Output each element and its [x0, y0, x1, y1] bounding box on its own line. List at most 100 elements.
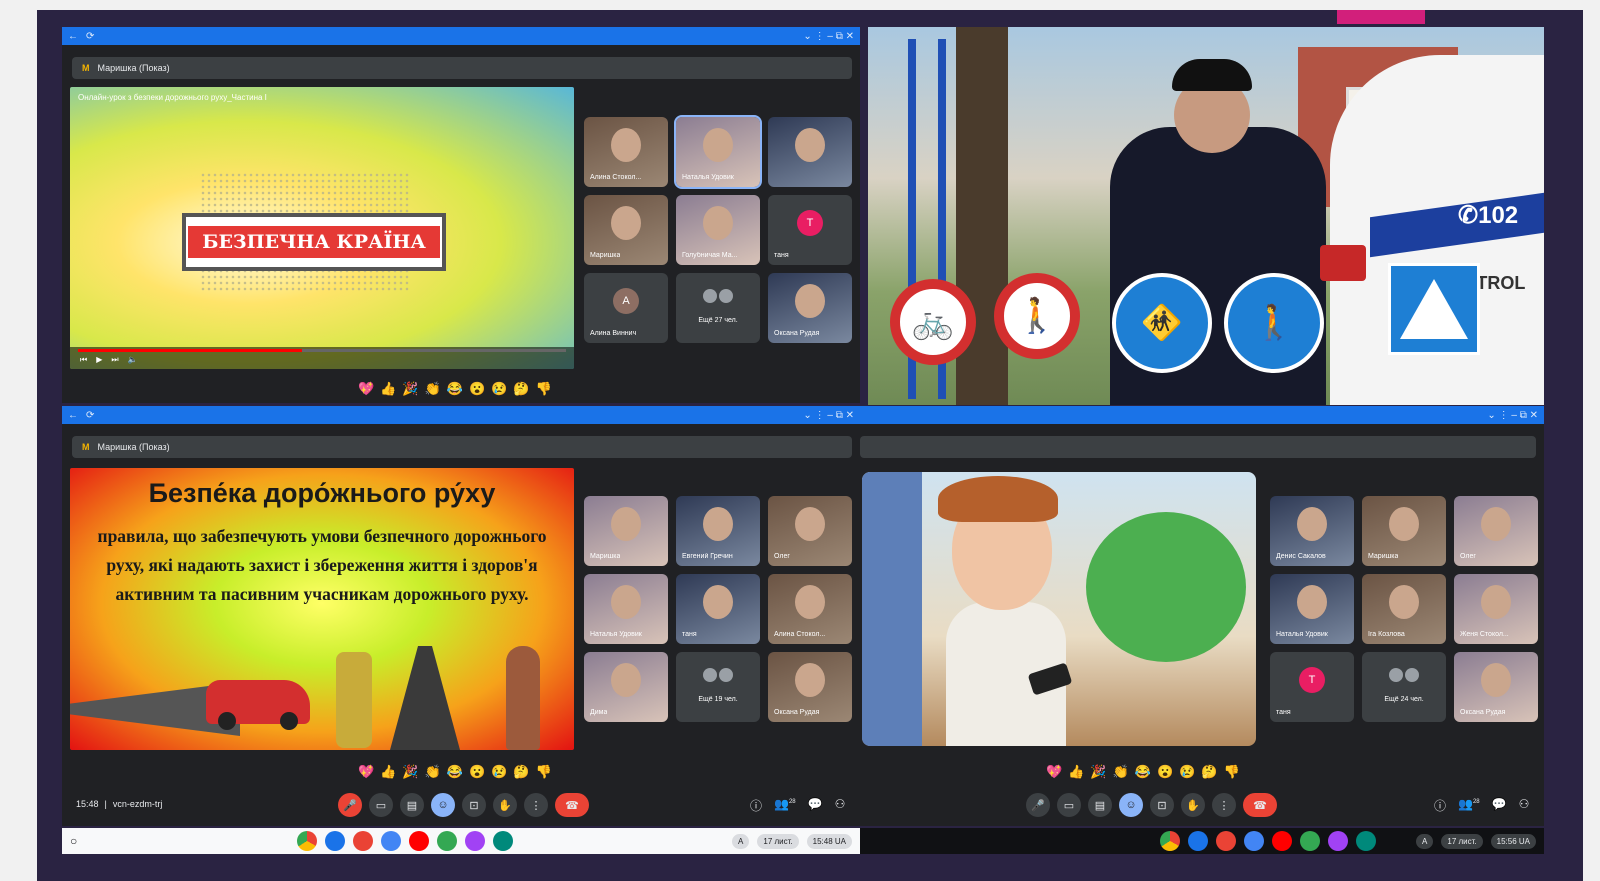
chat-icon[interactable]: 💬 [1492, 797, 1507, 814]
skip-next-icon[interactable]: ⏭ [111, 355, 118, 365]
date-indicator[interactable]: 17 лист. [1441, 833, 1483, 849]
mic-off-button[interactable]: 🎤 [338, 793, 362, 817]
play-icon[interactable]: ▶ [96, 355, 102, 365]
participant-tile[interactable]: Ещё 24 чел. [1362, 652, 1446, 722]
window-controls[interactable]: ⌄ ⋮ – ⧉ ✕ [1487, 410, 1538, 421]
language-indicator[interactable]: A [732, 833, 750, 849]
window-controls[interactable]: ⌄ ⋮ – ⧉ ✕ [803, 31, 854, 42]
participant-tile[interactable]: Маришка [584, 496, 668, 566]
clock-indicator[interactable]: 15:56 UA [1490, 833, 1536, 849]
captions-button[interactable]: ▤ [1088, 793, 1112, 817]
camera-app-icon[interactable] [464, 831, 485, 851]
files-icon[interactable] [324, 831, 345, 851]
language-indicator[interactable]: A [1416, 833, 1434, 849]
participant-tile[interactable]: Олег [1454, 496, 1538, 566]
reaction-emoji[interactable]: 😂 [1135, 764, 1151, 780]
meet-app-icon[interactable] [492, 831, 513, 851]
gmail-icon[interactable] [1216, 831, 1237, 851]
camera-button[interactable]: ▭ [369, 793, 393, 817]
reaction-emoji[interactable]: 👏 [425, 381, 441, 397]
chat-icon[interactable]: 💬 [808, 797, 823, 814]
participant-tile[interactable]: Оксана Рудая [1454, 652, 1538, 722]
play-store-icon[interactable] [436, 831, 457, 851]
reaction-emoji[interactable]: 🎉 [402, 764, 418, 780]
participant-tile[interactable]: Дима [584, 652, 668, 722]
participant-tile[interactable]: Оксана Рудая [768, 652, 852, 722]
reaction-emoji[interactable]: 💖 [358, 381, 374, 397]
reaction-emoji[interactable]: 🤔 [513, 381, 529, 397]
video-controls[interactable]: ⏮ ▶ ⏭ 🔈 [70, 347, 574, 369]
chrome-icon[interactable] [1160, 831, 1181, 851]
emoji-button[interactable]: ☺ [1119, 793, 1143, 817]
reaction-emoji[interactable]: 👍 [1068, 764, 1084, 780]
participant-tile[interactable]: Олег [768, 496, 852, 566]
people-icon[interactable]: 👥28 [774, 797, 796, 814]
cartoon-video[interactable] [862, 472, 1256, 746]
raise-hand-button[interactable]: ✋ [493, 793, 517, 817]
present-button[interactable]: ⊡ [1150, 793, 1174, 817]
reaction-emoji[interactable]: 😢 [491, 381, 507, 397]
skip-back-icon[interactable]: ⏮ [80, 355, 87, 365]
participant-tile[interactable]: А Алина Виннич [584, 273, 668, 343]
reaction-emoji[interactable]: 👏 [425, 764, 441, 780]
participant-tile[interactable]: Ira Козлова [1362, 574, 1446, 644]
camera-app-icon[interactable] [1328, 831, 1349, 851]
reactions-bar[interactable]: 💖 👍 🎉 👏 😂 😮 😢 🤔 👎 [358, 381, 552, 397]
reaction-emoji[interactable]: 👍 [380, 764, 396, 780]
participant-tile[interactable]: Ещё 27 чел. [676, 273, 760, 343]
info-icon[interactable]: ⓘ [750, 797, 762, 814]
reaction-emoji[interactable]: 😢 [1179, 764, 1195, 780]
reaction-emoji[interactable]: 😮 [1157, 764, 1173, 780]
youtube-icon[interactable] [1272, 831, 1293, 851]
participant-tile[interactable]: Маришка [584, 195, 668, 265]
participant-tile[interactable]: Евгений Гречин [676, 496, 760, 566]
docs-icon[interactable] [380, 831, 401, 851]
activities-icon[interactable]: ⚇ [835, 797, 846, 814]
reaction-emoji[interactable]: 😮 [469, 381, 485, 397]
video-progress[interactable] [78, 349, 566, 352]
reaction-emoji[interactable]: 😂 [447, 764, 463, 780]
leave-call-button[interactable]: ☎ [555, 793, 589, 817]
participant-tile[interactable]: Ттаня [768, 195, 852, 265]
participant-tile[interactable]: Ещё 19 чел. [676, 652, 760, 722]
mic-button[interactable]: 🎤 [1026, 793, 1050, 817]
captions-button[interactable]: ▤ [400, 793, 424, 817]
participant-tile[interactable]: Денис Сакалов [1270, 496, 1354, 566]
launcher-icon[interactable]: ○ [70, 834, 77, 848]
chrome-icon[interactable] [296, 831, 317, 851]
participant-tile[interactable]: Маришка [1362, 496, 1446, 566]
people-icon[interactable]: 👥28 [1458, 797, 1480, 814]
reaction-emoji[interactable]: 🎉 [1090, 764, 1106, 780]
play-store-icon[interactable] [1300, 831, 1321, 851]
emoji-button[interactable]: ☺ [431, 793, 455, 817]
back-icon[interactable]: ← [68, 31, 78, 42]
clock-indicator[interactable]: 15:48 UA [806, 833, 852, 849]
reaction-emoji[interactable]: 💖 [358, 764, 374, 780]
present-button[interactable]: ⊡ [462, 793, 486, 817]
back-icon[interactable]: ← [68, 410, 78, 421]
reactions-bar[interactable]: 💖 👍 🎉 👏 😂 😮 😢 🤔 👎 [358, 764, 552, 780]
participant-tile[interactable]: Женя Стокол... [1454, 574, 1538, 644]
window-controls[interactable]: ⌄ ⋮ – ⧉ ✕ [803, 410, 854, 421]
reaction-emoji[interactable]: 😢 [491, 764, 507, 780]
files-icon[interactable] [1188, 831, 1209, 851]
reaction-emoji[interactable]: 👍 [380, 381, 396, 397]
participant-tile[interactable]: таня [676, 574, 760, 644]
participant-tile[interactable] [768, 117, 852, 187]
more-options-button[interactable]: ⋮ [1212, 793, 1236, 817]
reaction-emoji[interactable]: 😂 [447, 381, 463, 397]
reload-icon[interactable]: ⟳ [86, 410, 94, 421]
participant-tile[interactable]: Голубничая Ма... [676, 195, 760, 265]
youtube-player[interactable]: Онлайн-урок з безпеки дорожнього руху_Ча… [70, 87, 574, 369]
activities-icon[interactable]: ⚇ [1519, 797, 1530, 814]
reload-icon[interactable]: ⟳ [86, 31, 94, 42]
reaction-emoji[interactable]: 👎 [536, 764, 552, 780]
gmail-icon[interactable] [352, 831, 373, 851]
reaction-emoji[interactable]: 💖 [1046, 764, 1062, 780]
raise-hand-button[interactable]: ✋ [1181, 793, 1205, 817]
volume-icon[interactable]: 🔈 [128, 355, 138, 365]
reaction-emoji[interactable]: 🤔 [1201, 764, 1217, 780]
reactions-bar[interactable]: 💖 👍 🎉 👏 😂 😮 😢 🤔 👎 [1046, 764, 1240, 780]
participant-tile[interactable]: Алина Стокол... [584, 117, 668, 187]
participant-tile[interactable]: Наталья Удовик [1270, 574, 1354, 644]
